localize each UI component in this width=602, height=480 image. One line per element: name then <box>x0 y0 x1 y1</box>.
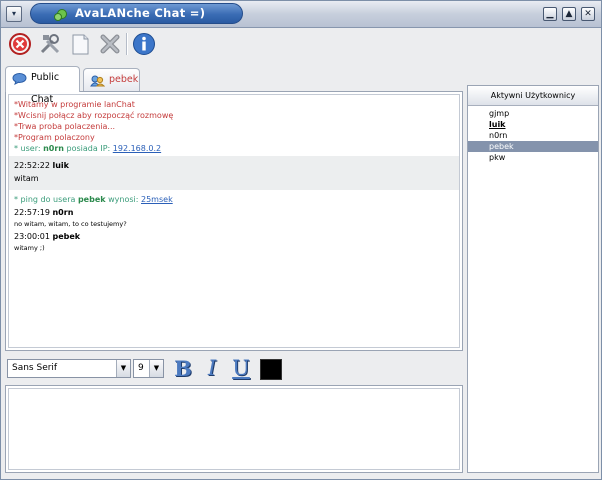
info-text: posiada IP: <box>64 144 113 153</box>
list-item[interactable]: gjmp <box>468 108 598 119</box>
font-size-select[interactable]: 9 ▼ <box>133 359 164 378</box>
ping-link[interactable]: 25msek <box>141 195 173 204</box>
message-time: 22:57:19 <box>14 208 50 217</box>
info-message: * user: n0rn posiada IP: 192.168.0.2 <box>14 143 454 154</box>
chevron-down-icon[interactable]: ▼ <box>116 360 130 377</box>
message-time: 22:52:22 <box>14 161 50 170</box>
clear-page-icon <box>72 34 89 55</box>
message-author: n0rn <box>52 208 74 217</box>
tab-pebek[interactable]: pebek <box>83 68 140 92</box>
tab-label: pebek <box>109 74 139 85</box>
toolbar-separator <box>126 33 128 55</box>
chat-bubble-icon <box>12 73 27 85</box>
disconnect-icon <box>9 33 31 55</box>
underline-button[interactable]: U <box>230 357 252 380</box>
system-message: *Wcisnij połącz aby rozpocząć rozmowę <box>14 111 174 120</box>
system-message: *Program polaczony <box>14 133 95 142</box>
message-time: 23:00:01 <box>14 232 50 241</box>
message-header: 22:52:22 luik <box>14 160 454 172</box>
list-item[interactable]: pebek <box>468 141 598 152</box>
italic-button[interactable]: I <box>201 357 223 380</box>
close-tab-icon <box>100 34 120 54</box>
close-tab-button[interactable] <box>97 31 123 57</box>
app-window: ▾ AvaLANche Chat =) ▁ ▲ ✕ Public Chat pe… <box>0 0 602 480</box>
info-user: n0rn <box>43 144 64 153</box>
users-header[interactable]: Aktywni Użytkownicy <box>468 86 598 106</box>
maximize-button[interactable]: ▲ <box>562 7 576 21</box>
message-text: witam <box>14 174 39 183</box>
ip-link[interactable]: 192.168.0.2 <box>113 144 161 153</box>
settings-tools-icon <box>40 34 60 54</box>
font-family-value: Sans Serif <box>12 363 58 373</box>
info-user: pebek <box>77 195 106 204</box>
system-message: *Witamy w programie lanChat <box>14 100 135 109</box>
system-message: *Trwa proba polaczenia... <box>14 122 116 131</box>
app-network-icon <box>53 6 67 21</box>
user-icon <box>90 75 105 87</box>
window-title: AvaLANche Chat =) <box>75 6 206 20</box>
window-menu-button[interactable]: ▾ <box>6 6 22 22</box>
tab-label: Public Chat <box>31 72 60 105</box>
font-size-value: 9 <box>138 363 144 373</box>
info-icon <box>133 33 155 55</box>
chevron-down-icon[interactable]: ▼ <box>149 360 163 377</box>
list-item[interactable]: n0rn <box>468 130 598 141</box>
disconnect-button[interactable] <box>7 31 33 57</box>
toolbar <box>5 31 599 57</box>
about-button[interactable] <box>131 31 157 57</box>
message-text: witamy ;) <box>14 244 45 252</box>
clear-page-button[interactable] <box>67 31 93 57</box>
message-author: luik <box>52 161 69 170</box>
message-author: pebek <box>52 232 81 241</box>
active-users-panel: Aktywni Użytkownicy gjmp luik n0rn pebek… <box>467 85 599 473</box>
users-list: gjmp luik n0rn pebek pkw <box>468 108 598 163</box>
message-input-panel <box>5 385 463 473</box>
title-bar[interactable]: ▾ AvaLANche Chat =) ▁ ▲ ✕ <box>1 1 601 28</box>
info-prefix: * user: <box>14 144 44 153</box>
message-input[interactable] <box>8 388 460 470</box>
close-window-button[interactable]: ✕ <box>581 7 595 21</box>
chat-message-highlighted: 22:52:22 luik witam <box>9 156 459 190</box>
message-text: no witam, witam, to co testujemy? <box>14 220 127 228</box>
minimize-button[interactable]: ▁ <box>543 7 557 21</box>
chat-log[interactable]: *Witamy w programie lanChat *Wcisnij poł… <box>8 94 460 348</box>
chat-panel: *Witamy w programie lanChat *Wcisnij poł… <box>5 91 463 351</box>
info-prefix: * ping do usera <box>14 195 78 204</box>
tab-public-chat[interactable]: Public Chat <box>5 66 80 105</box>
format-toolbar: Sans Serif ▼ 9 ▼ B I U <box>5 357 463 381</box>
text-color-button[interactable] <box>260 359 282 380</box>
message-header: 22:57:19 n0rn <box>14 207 454 219</box>
list-item[interactable]: pkw <box>468 152 598 163</box>
window-title-pill: AvaLANche Chat =) <box>30 3 243 24</box>
list-item[interactable]: luik <box>468 119 598 130</box>
info-message: * ping do usera pebek wynosi: 25msek <box>14 194 454 205</box>
info-text: wynosi: <box>105 195 141 204</box>
bold-button[interactable]: B <box>172 357 194 380</box>
message-header: 23:00:01 pebek <box>14 231 454 243</box>
settings-button[interactable] <box>37 31 63 57</box>
font-family-select[interactable]: Sans Serif ▼ <box>7 359 131 378</box>
